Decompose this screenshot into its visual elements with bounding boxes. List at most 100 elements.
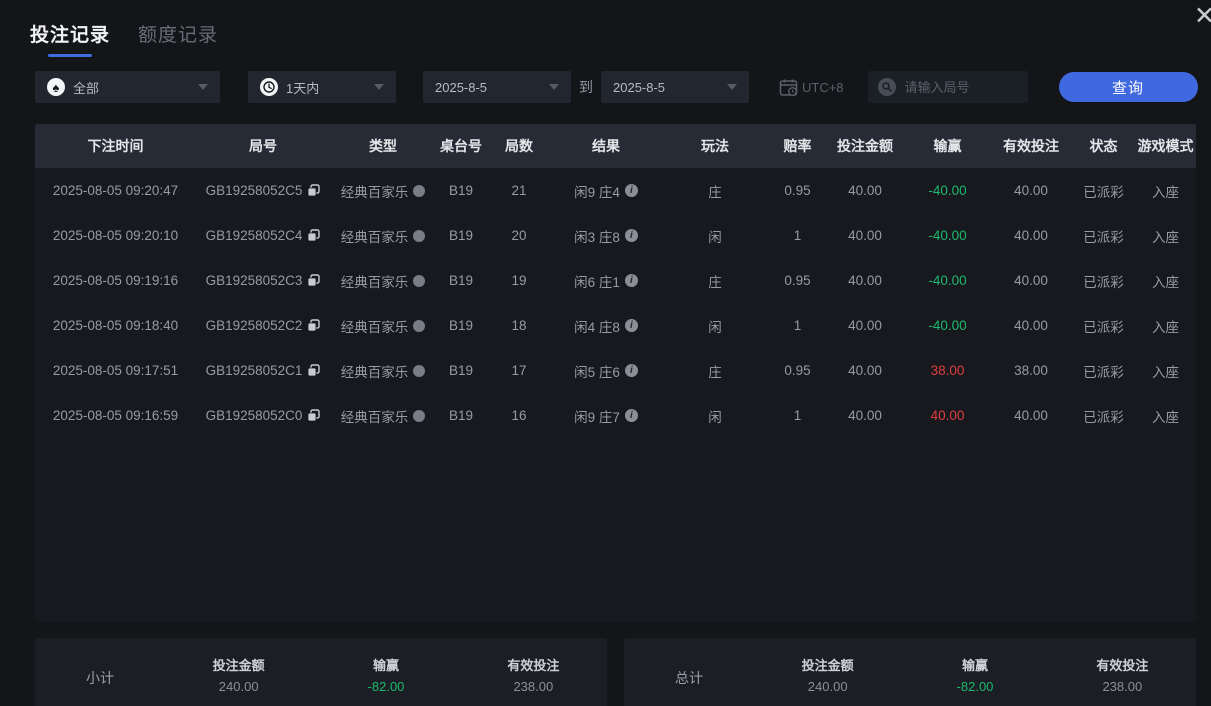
calendar-icon (779, 79, 798, 96)
cell-round: 16 (511, 408, 527, 423)
copy-icon[interactable] (307, 319, 321, 332)
col-bet-amount: 投注金额 (837, 138, 893, 154)
cell-result: 闲9 庄7 i (552, 393, 660, 438)
cell-table-no: B19 (448, 228, 474, 243)
col-table-no: 桌台号 (440, 138, 482, 154)
tab-betting-records[interactable]: 投注记录 (30, 20, 110, 57)
chevron-down-icon (727, 84, 737, 90)
cell-game-id: GB19258052C5 (196, 168, 330, 213)
copy-icon[interactable] (307, 274, 321, 287)
info-icon[interactable]: i (624, 229, 638, 242)
cell-bet-time: 2025-08-05 09:17:51 (52, 363, 179, 378)
col-odds: 赔率 (783, 138, 812, 154)
cell-round: 17 (511, 363, 527, 378)
table-row: 2025-08-05 09:16:59 GB19258052C0 经典百家乐 B… (35, 393, 1196, 438)
search-icon (877, 78, 896, 96)
cell-bet-amount: 40.00 (848, 273, 882, 288)
cell-status: 已派彩 (1083, 319, 1124, 335)
table-row: 2025-08-05 09:20:47 GB19258052C5 经典百家乐 B… (35, 168, 1196, 213)
cell-game-mode: 入座 (1152, 319, 1179, 335)
col-bet-time: 下注时间 (87, 138, 144, 154)
subtotal-valid-bet: 有效投注 238.00 (507, 658, 560, 694)
table-header-row: 下注时间 局号 类型 桌台号 局数 结果 玩法 赔率 投注金额 输赢 有效投注 … (35, 124, 1196, 168)
col-round: 局数 (505, 138, 533, 154)
close-icon[interactable]: ✕ (1194, 4, 1211, 29)
type-dot-icon (413, 409, 426, 422)
cell-type: 经典百家乐 (330, 393, 436, 438)
game-type-dropdown[interactable]: ♠ 全部 (35, 71, 220, 103)
col-win-loss: 输赢 (933, 138, 962, 154)
cell-bet-time: 2025-08-05 09:20:10 (52, 228, 179, 243)
chevron-down-icon (549, 84, 559, 90)
cell-win-loss: -40.00 (928, 228, 967, 243)
date-to-value: 2025-8-5 (613, 79, 666, 95)
cell-play: 庄 (708, 364, 722, 380)
date-from-value: 2025-8-5 (435, 79, 488, 95)
info-icon[interactable]: i (624, 319, 638, 332)
col-game-mode: 游戏模式 (1137, 138, 1194, 154)
copy-icon[interactable] (307, 229, 321, 242)
time-range-dropdown[interactable]: 1天内 (248, 71, 396, 103)
chevron-down-icon (374, 84, 384, 90)
cell-bet-amount: 40.00 (848, 318, 882, 333)
subtotal-panel: 小计 投注金额 240.00 输赢 -82.00 有效投注 238.00 (35, 638, 607, 706)
copy-icon[interactable] (307, 184, 321, 197)
cell-table-no: B19 (448, 318, 474, 333)
cell-game-mode: 入座 (1152, 274, 1179, 290)
cell-bet-time: 2025-08-05 09:18:40 (52, 318, 179, 333)
col-status: 状态 (1089, 138, 1118, 154)
col-type: 类型 (369, 138, 397, 154)
to-label: 到 (579, 79, 593, 95)
cell-round: 19 (511, 273, 527, 288)
table-row: 2025-08-05 09:20:10 GB19258052C4 经典百家乐 B… (35, 213, 1196, 258)
betting-records-dialog: ✕ 投注记录 额度记录 ♠ 全部 1天内 2025-8-5 到 2025-8-5… (0, 0, 1211, 706)
subtotal-win-loss: 输赢 -82.00 (367, 658, 405, 694)
cell-valid-bet: 40.00 (1014, 273, 1048, 288)
chevron-down-icon (198, 84, 208, 90)
cell-odds: 0.95 (784, 273, 811, 288)
cell-type: 经典百家乐 (330, 348, 436, 393)
table-row: 2025-08-05 09:19:16 GB19258052C3 经典百家乐 B… (35, 258, 1196, 303)
cell-odds: 1 (793, 318, 802, 333)
cell-game-id: GB19258052C3 (196, 258, 330, 303)
cell-type: 经典百家乐 (330, 213, 436, 258)
cell-bet-amount: 40.00 (848, 228, 882, 243)
cell-win-loss: -40.00 (928, 183, 967, 198)
table-body: 2025-08-05 09:20:47 GB19258052C5 经典百家乐 B… (35, 168, 1196, 438)
tab-label: 额度记录 (138, 25, 219, 46)
query-button[interactable]: 查询 (1058, 72, 1198, 102)
total-valid-bet: 有效投注 238.00 (1096, 658, 1149, 694)
cell-table-no: B19 (448, 408, 474, 423)
col-valid-bet: 有效投注 (1003, 138, 1059, 154)
info-icon[interactable]: i (624, 184, 638, 197)
info-icon[interactable]: i (624, 274, 638, 287)
tab-quota-records[interactable]: 额度记录 (138, 20, 218, 57)
round-id-search (867, 71, 1028, 103)
time-range-value: 1天内 (286, 80, 320, 96)
date-to-dropdown[interactable]: 2025-8-5 (601, 71, 749, 103)
filter-bar: ♠ 全部 1天内 2025-8-5 到 2025-8-5 UTC+8 请输入局号… (0, 71, 1211, 103)
info-icon[interactable]: i (624, 364, 638, 377)
cell-odds: 1 (793, 408, 802, 423)
copy-icon[interactable] (307, 409, 321, 422)
cell-valid-bet: 40.00 (1014, 408, 1048, 423)
cell-status: 已派彩 (1083, 184, 1124, 200)
cell-bet-amount: 40.00 (848, 363, 882, 378)
cell-status: 已派彩 (1083, 229, 1124, 245)
cell-play: 闲 (708, 229, 722, 245)
search-input[interactable] (902, 78, 1018, 96)
col-play: 玩法 (701, 138, 729, 154)
col-result: 结果 (592, 138, 620, 154)
info-icon[interactable]: i (624, 409, 638, 422)
date-from-dropdown[interactable]: 2025-8-5 (423, 71, 571, 103)
type-dot-icon (413, 184, 426, 197)
cell-table-no: B19 (448, 183, 474, 198)
cell-status: 已派彩 (1083, 364, 1124, 380)
cell-win-loss: 38.00 (930, 363, 965, 378)
summary-bar: 小计 投注金额 240.00 输赢 -82.00 有效投注 238.00 总计 … (35, 638, 1196, 706)
total-panel: 总计 投注金额 240.00 输赢 -82.00 有效投注 238.00 (624, 638, 1196, 706)
tab-active-underline (48, 54, 92, 57)
copy-icon[interactable] (307, 364, 321, 377)
table-row: 2025-08-05 09:18:40 GB19258052C2 经典百家乐 B… (35, 303, 1196, 348)
cell-result: 闲3 庄8 i (552, 213, 660, 258)
